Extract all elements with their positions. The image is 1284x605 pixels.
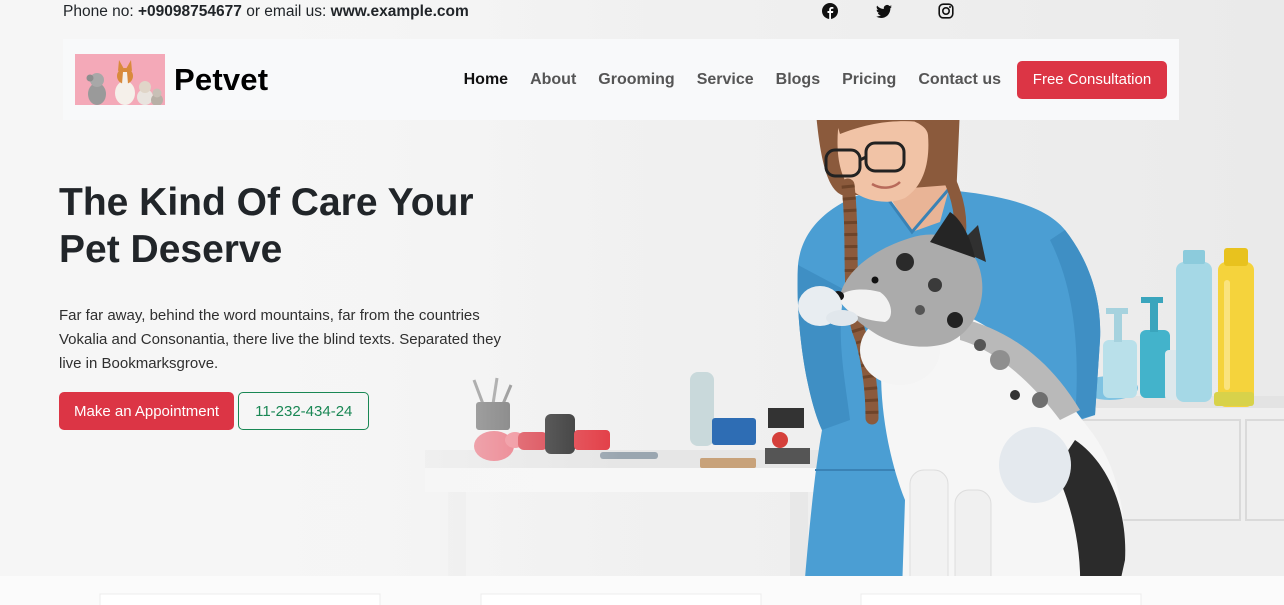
hero-description: Far far away, behind the word mountains,… — [59, 307, 501, 372]
nav-link-blogs[interactable]: Blogs — [776, 71, 820, 89]
free-consultation-button[interactable]: Free Consultation — [1017, 60, 1167, 99]
hero-title: The Kind Of Care Your Pet Deserve — [59, 179, 539, 273]
nav-links: Home About Grooming Service Blogs Pricin… — [464, 71, 1001, 89]
phone-call-button[interactable]: 11-232-434-24 — [238, 392, 370, 430]
facebook-icon[interactable] — [822, 3, 838, 19]
phone-label: Phone no: — [63, 3, 134, 20]
nav-link-about[interactable]: About — [530, 71, 576, 89]
make-appointment-button[interactable]: Make an Appointment — [59, 392, 235, 430]
top-contact-bar: Phone no: +09098754677 or email us: www.… — [63, 0, 469, 24]
pets-logo-image[interactable] — [75, 54, 165, 105]
instagram-icon[interactable] — [938, 3, 954, 19]
email-label: or email us: — [246, 3, 327, 20]
feature-card — [99, 593, 381, 605]
phone-number[interactable]: +09098754677 — [138, 3, 242, 20]
nav-menu: Home About Grooming Service Blogs Pricin… — [464, 60, 1167, 99]
main-navbar: Petvet Home About Grooming Service Blogs… — [63, 39, 1179, 120]
hero-title-line-1: The Kind Of Care Your — [59, 181, 474, 224]
brand-link[interactable]: Petvet — [75, 54, 268, 105]
nav-link-home[interactable]: Home — [464, 71, 508, 89]
hero-title-line-2: Pet Deserve — [59, 228, 283, 271]
nav-link-pricing[interactable]: Pricing — [842, 71, 896, 89]
nav-link-grooming[interactable]: Grooming — [598, 71, 674, 89]
feature-card — [480, 593, 762, 605]
hero-buttons: Make an Appointment 11-232-434-24 — [59, 392, 370, 430]
feature-card — [860, 593, 1142, 605]
email-address[interactable]: www.example.com — [331, 3, 469, 20]
twitter-icon[interactable] — [876, 3, 892, 19]
brand-name[interactable]: Petvet — [174, 62, 268, 98]
nav-link-service[interactable]: Service — [697, 71, 754, 89]
nav-link-contact[interactable]: Contact us — [918, 71, 1001, 89]
